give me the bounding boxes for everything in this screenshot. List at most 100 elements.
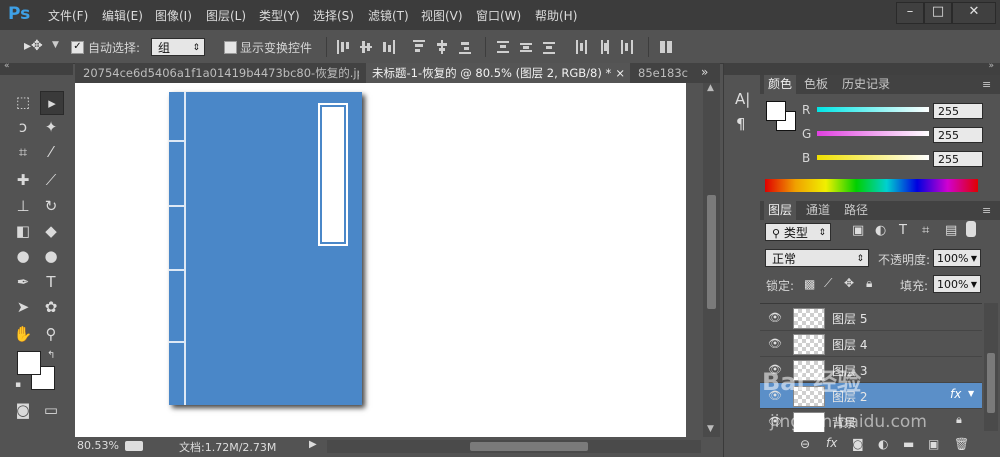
color-spectrum-ramp[interactable] xyxy=(765,179,978,192)
foreground-swatch[interactable] xyxy=(766,101,786,121)
custom-shape-icon[interactable]: ✿ xyxy=(40,296,62,318)
distribute-top-icon[interactable] xyxy=(497,40,509,54)
menu-select[interactable]: 选择(S) xyxy=(313,7,354,24)
horizontal-scrollbar[interactable] xyxy=(327,440,701,453)
link-layers-icon[interactable]: ⊖ xyxy=(800,437,810,451)
distribute-vcenter-icon[interactable] xyxy=(520,40,532,54)
expand-effects-icon[interactable]: ▼ xyxy=(968,389,974,398)
blend-mode-dropdown[interactable]: 正常 ⇕ xyxy=(765,249,869,267)
new-adjustment-icon[interactable]: ◐ xyxy=(878,437,888,451)
menu-filter[interactable]: 滤镜(T) xyxy=(368,7,409,24)
status-icon[interactable] xyxy=(125,441,143,451)
tab-swatches[interactable]: 色板 xyxy=(800,75,832,94)
lock-position-icon[interactable]: ✥ xyxy=(844,276,854,290)
align-right-icon[interactable] xyxy=(459,40,471,54)
menu-type[interactable]: 类型(Y) xyxy=(259,7,300,24)
path-selection-icon[interactable]: ➤ xyxy=(12,296,34,318)
foreground-color-swatch[interactable] xyxy=(17,351,41,375)
filter-pixel-icon[interactable]: ▣ xyxy=(852,223,864,238)
character-panel-icon[interactable]: A| xyxy=(735,90,750,108)
auto-select-dropdown[interactable]: 组 ⇕ xyxy=(151,38,205,56)
pen-tool-icon[interactable]: ✒ xyxy=(12,271,34,293)
fill-input[interactable]: 100% ▼ xyxy=(933,275,981,293)
swap-colors-icon[interactable]: ↰ xyxy=(47,350,55,361)
eraser-tool-icon[interactable]: ◧ xyxy=(12,220,34,242)
vertical-scrollbar[interactable]: ▲ ▼ xyxy=(703,83,720,437)
filter-smart-object-icon[interactable]: ▤ xyxy=(945,223,957,238)
distribute-left-icon[interactable] xyxy=(575,40,587,54)
panel-menu-icon[interactable]: ≡ xyxy=(978,75,995,94)
zoom-tool-icon[interactable]: ⚲ xyxy=(40,323,62,345)
menu-image[interactable]: 图像(I) xyxy=(155,7,192,24)
visibility-eye-icon[interactable]: 👁︎ xyxy=(768,337,782,350)
chevron-down-icon[interactable]: ▼ xyxy=(52,40,59,50)
right-panel-header[interactable]: » xyxy=(760,61,1000,75)
align-vcenter-icon[interactable] xyxy=(360,40,372,54)
scroll-up-icon[interactable]: ▲ xyxy=(707,83,714,93)
paragraph-panel-icon[interactable]: ¶ xyxy=(736,115,746,133)
hand-tool-icon[interactable]: ✋ xyxy=(12,323,34,345)
tab-document-2[interactable]: 未标题-1-恢复的 @ 80.5% (图层 2, RGB/8) * × xyxy=(366,63,630,83)
green-slider[interactable] xyxy=(817,131,929,136)
minimize-button[interactable]: – xyxy=(896,2,924,24)
red-value[interactable]: 255 xyxy=(933,103,983,119)
filter-type-icon[interactable]: T xyxy=(899,223,907,238)
book-cover-shape[interactable] xyxy=(169,92,362,405)
move-tool-icon[interactable]: ▸✥ xyxy=(24,38,43,54)
vertical-scroll-thumb[interactable] xyxy=(707,195,716,309)
filter-toggle-icon[interactable] xyxy=(966,221,976,237)
distribute-bottom-icon[interactable] xyxy=(543,40,555,54)
show-transform-checkbox[interactable] xyxy=(224,41,237,54)
dodge-tool-icon[interactable]: ● xyxy=(40,245,62,267)
blur-tool-icon[interactable]: ● xyxy=(12,245,34,267)
tab-color[interactable]: 颜色 xyxy=(764,75,797,94)
screen-mode-icon[interactable]: ▭ xyxy=(40,399,62,421)
auto-align-icon[interactable] xyxy=(660,40,672,54)
layer-filter-dropdown[interactable]: ⚲ 类型 ⇕ xyxy=(765,223,831,241)
collapse-icon[interactable]: « xyxy=(4,61,10,71)
mini-panel-header[interactable] xyxy=(724,63,760,75)
align-bottom-icon[interactable] xyxy=(383,40,395,54)
title-label-frame[interactable] xyxy=(318,103,348,246)
add-mask-icon[interactable]: ◙ xyxy=(852,437,864,451)
distribute-right-icon[interactable] xyxy=(621,40,633,54)
move-tool-icon[interactable]: ▸ xyxy=(40,91,64,115)
menu-layer[interactable]: 图层(L) xyxy=(206,7,246,24)
tab-paths[interactable]: 路径 xyxy=(840,201,872,220)
healing-brush-icon[interactable]: ✚ xyxy=(12,169,34,191)
menu-edit[interactable]: 编辑(E) xyxy=(102,7,143,24)
lock-transparency-icon[interactable]: ▩ xyxy=(804,277,815,291)
panel-menu-icon[interactable]: ≡ xyxy=(978,201,995,220)
magic-wand-icon[interactable]: ✦ xyxy=(40,116,62,138)
green-value[interactable]: 255 xyxy=(933,127,983,143)
clone-stamp-icon[interactable]: ⊥ xyxy=(12,195,34,217)
document-canvas[interactable] xyxy=(75,83,686,437)
default-colors-icon[interactable]: ▪ xyxy=(15,380,21,390)
add-style-icon[interactable]: fx xyxy=(826,436,837,450)
crop-tool-icon[interactable]: ⌗ xyxy=(12,141,34,163)
blue-value[interactable]: 255 xyxy=(933,151,983,167)
paint-bucket-icon[interactable]: ◆ xyxy=(40,220,62,242)
filter-adjustment-icon[interactable]: ◐ xyxy=(875,223,886,238)
scroll-down-icon[interactable]: ▼ xyxy=(707,424,714,434)
tab-history[interactable]: 历史记录 xyxy=(838,75,894,94)
lock-all-icon[interactable]: 🔒︎ xyxy=(866,276,872,291)
lasso-tool-icon[interactable]: ↄ xyxy=(12,116,34,138)
zoom-level[interactable]: 80.53% xyxy=(77,439,119,452)
tab-channels[interactable]: 通道 xyxy=(802,201,834,220)
align-left-icon[interactable] xyxy=(413,40,425,54)
layers-scroll-thumb[interactable] xyxy=(987,353,995,413)
menu-help[interactable]: 帮助(H) xyxy=(535,7,577,24)
tab-document-3[interactable]: 85e183c xyxy=(632,63,700,83)
menu-file[interactable]: 文件(F) xyxy=(48,7,88,24)
new-group-icon[interactable]: ▬ xyxy=(903,437,914,451)
blue-slider[interactable] xyxy=(817,155,929,160)
menu-view[interactable]: 视图(V) xyxy=(421,7,463,24)
tab-close-icon[interactable]: × xyxy=(615,63,625,83)
menu-window[interactable]: 窗口(W) xyxy=(476,7,521,24)
tools-panel-header[interactable]: « xyxy=(0,61,73,75)
lock-pixels-icon[interactable]: ⟋ xyxy=(824,276,832,291)
red-slider[interactable] xyxy=(817,107,929,112)
visibility-eye-icon[interactable]: 👁︎ xyxy=(768,311,782,324)
opacity-input[interactable]: 100% ▼ xyxy=(933,249,981,267)
